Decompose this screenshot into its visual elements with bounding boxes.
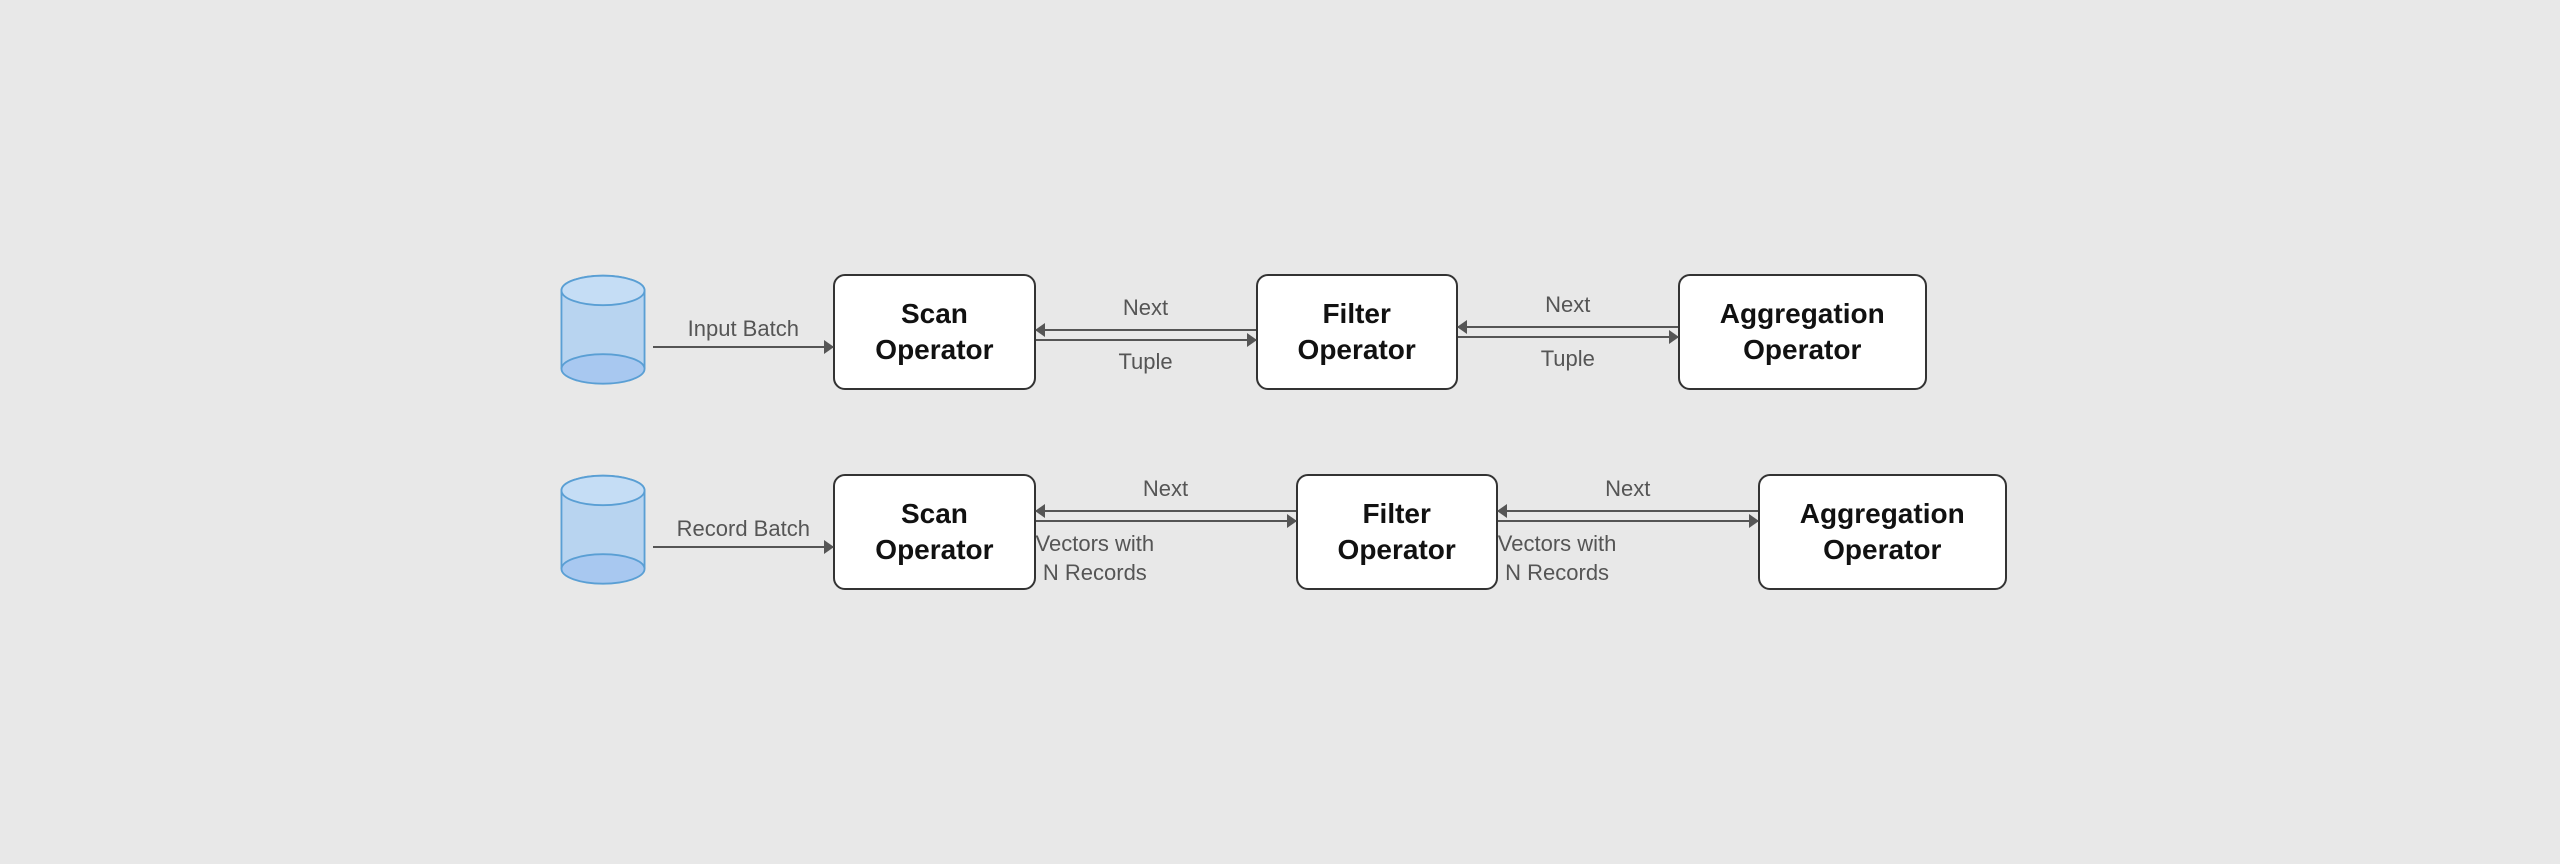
scan-operator-1: Scan Operator — [833, 274, 1035, 391]
next-label-1-2: Next — [1545, 292, 1590, 318]
bidir-arrow-2-2: Next Vectors withN Records — [1498, 476, 1758, 587]
row-2: Record Batch Scan Operator Next Vectors … — [553, 472, 2006, 592]
input-arrow-1: Input Batch — [653, 316, 833, 348]
aggregation-operator-2: Aggregation Operator — [1758, 474, 2007, 591]
input-label-1: Input Batch — [688, 316, 799, 342]
diagram-container: Input Batch Scan Operator Next Next — [473, 212, 2086, 652]
next-label-1-1: Next — [1123, 295, 1168, 321]
vectors-label-2-1: Vectors withN Records — [1036, 530, 1155, 587]
filter-operator-2: Filter Operator — [1296, 474, 1498, 591]
scan-operator-2: Scan Operator — [833, 474, 1035, 591]
next-label-2-2: Next — [1605, 476, 1650, 502]
input-arrow-line-1 — [653, 346, 833, 348]
next-label-2-1: Next — [1143, 476, 1188, 502]
bidir-arrow-1-1: Next Next Tuple — [1036, 289, 1256, 375]
input-arrow-line-2 — [653, 546, 833, 548]
bidir-arrow-1-2: Next Tuple — [1458, 292, 1678, 372]
bidir-arrow-2-1: Next Vectors withN Records — [1036, 476, 1296, 587]
input-arrow-2: Record Batch — [653, 516, 833, 548]
aggregation-operator-1: Aggregation Operator — [1678, 274, 1927, 391]
row-1: Input Batch Scan Operator Next Next — [553, 272, 2006, 392]
tuple-label-1-1: Tuple — [1118, 349, 1172, 375]
vectors-label-2-2: Vectors withN Records — [1498, 530, 1617, 587]
database-cylinder-1 — [553, 272, 653, 392]
tuple-label-1-2: Tuple — [1541, 346, 1595, 372]
database-cylinder-2 — [553, 472, 653, 592]
input-label-2: Record Batch — [677, 516, 810, 542]
filter-operator-1: Filter Operator — [1256, 274, 1458, 391]
